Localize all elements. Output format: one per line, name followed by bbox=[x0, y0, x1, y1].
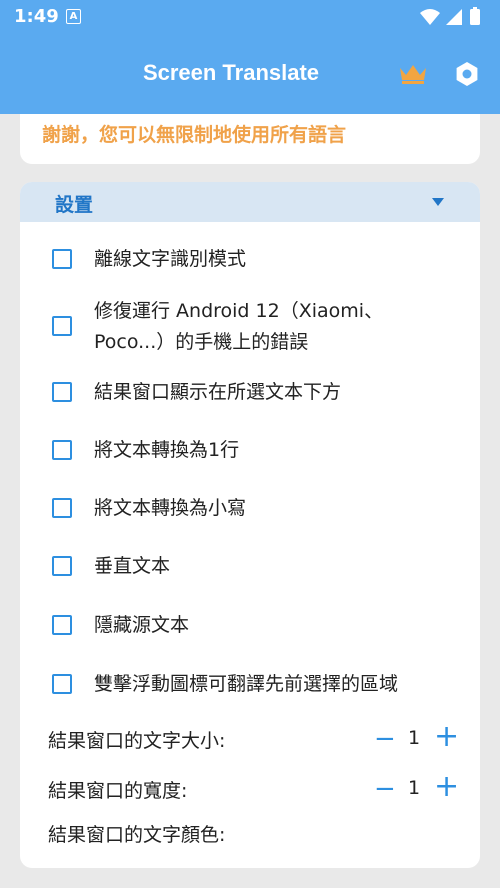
plus-icon[interactable]: + bbox=[434, 772, 459, 802]
option-label: 將文本轉換為1行 bbox=[94, 439, 240, 461]
option-vertical-text[interactable]: 垂直文本 bbox=[50, 551, 470, 581]
settings-title: 設置 bbox=[55, 194, 94, 216]
option-fix-android12[interactable]: 修復運行 Android 12（Xiaomi、 Poco...）的手機上的錯誤 bbox=[50, 296, 470, 356]
option-label: 結果窗口顯示在所選文本下方 bbox=[94, 381, 342, 403]
checkbox[interactable] bbox=[52, 556, 72, 576]
window-width-row: 結果窗口的寬度: − 1 + bbox=[48, 772, 468, 808]
plus-icon[interactable]: + bbox=[434, 722, 459, 752]
app-title: Screen Translate bbox=[142, 60, 320, 85]
settings-card: 設置 離線文字識別模式 修復運行 Android 12（Xiaomi、 Poco… bbox=[20, 182, 480, 868]
battery-icon bbox=[470, 7, 480, 25]
option-result-below[interactable]: 結果窗口顯示在所選文本下方 bbox=[50, 377, 470, 407]
notification-badge: A bbox=[66, 9, 81, 24]
option-label-line2: Poco...）的手機上的錯誤 bbox=[94, 331, 309, 353]
option-label: 將文本轉換為小寫 bbox=[94, 497, 247, 519]
status-time: 1:49 bbox=[14, 6, 59, 27]
option-label: 垂直文本 bbox=[94, 555, 171, 577]
checkbox[interactable] bbox=[52, 674, 72, 694]
window-width-label: 結果窗口的寬度: bbox=[48, 780, 188, 802]
option-label: 雙擊浮動圖標可翻譯先前選擇的區域 bbox=[94, 673, 399, 695]
caret-down-icon[interactable] bbox=[432, 198, 444, 206]
checkbox[interactable] bbox=[52, 440, 72, 460]
option-label: 離線文字識別模式 bbox=[94, 248, 247, 270]
checkbox[interactable] bbox=[52, 316, 72, 336]
checkbox[interactable] bbox=[52, 498, 72, 518]
option-label-line1: 修復運行 Android 12（Xiaomi、 bbox=[94, 300, 384, 322]
status-icons bbox=[418, 6, 488, 32]
checkbox[interactable] bbox=[52, 615, 72, 635]
checkbox[interactable] bbox=[52, 249, 72, 269]
checkbox[interactable] bbox=[52, 382, 72, 402]
app-bar: Screen Translate bbox=[0, 34, 500, 114]
option-lowercase[interactable]: 將文本轉換為小寫 bbox=[50, 493, 470, 523]
option-double-tap[interactable]: 雙擊浮動圖標可翻譯先前選擇的區域 bbox=[50, 669, 470, 699]
minus-icon[interactable]: − bbox=[374, 776, 396, 802]
minus-icon[interactable]: − bbox=[374, 726, 396, 752]
wifi-icon bbox=[420, 9, 440, 25]
text-size-row: 結果窗口的文字大小: − 1 + bbox=[48, 722, 468, 758]
gear-icon[interactable] bbox=[454, 61, 480, 91]
text-color-label: 結果窗口的文字顏色: bbox=[48, 824, 226, 846]
signal-icon bbox=[446, 9, 462, 25]
text-size-label: 結果窗口的文字大小: bbox=[48, 730, 226, 752]
text-color-row[interactable]: 結果窗口的文字顏色: bbox=[48, 816, 468, 852]
settings-header[interactable]: 設置 bbox=[20, 182, 480, 222]
option-label: 隱藏源文本 bbox=[94, 614, 190, 636]
status-bar: 1:49 A bbox=[0, 0, 500, 34]
thanks-message: 謝謝，您可以無限制地使用所有語言 bbox=[42, 124, 347, 146]
text-size-value: 1 bbox=[408, 727, 421, 749]
unlimited-languages-card: 謝謝，您可以無限制地使用所有語言 bbox=[20, 114, 480, 164]
option-hide-source[interactable]: 隱藏源文本 bbox=[50, 610, 470, 640]
option-offline-ocr[interactable]: 離線文字識別模式 bbox=[50, 244, 470, 274]
crown-icon[interactable] bbox=[398, 62, 428, 90]
window-width-value: 1 bbox=[408, 777, 421, 799]
option-one-line[interactable]: 將文本轉換為1行 bbox=[50, 435, 470, 465]
